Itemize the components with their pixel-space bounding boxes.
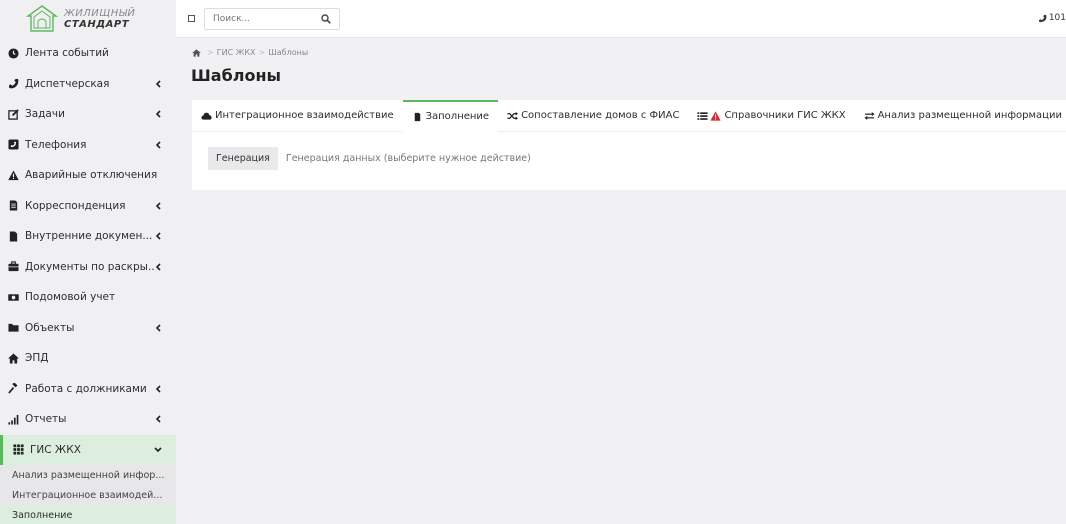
warning-icon <box>710 110 721 121</box>
tab-fias-matching[interactable]: Сопоставление домов с ФИАС <box>498 100 688 131</box>
sidebar-subitem-integration[interactable]: Интеграционное взаимодей... <box>0 485 176 505</box>
top-bar: ЖИЛИЩНЫЙ СТАНДАРТ 101 <box>0 0 1066 38</box>
clock-icon <box>7 48 19 59</box>
logo-house-icon <box>26 5 58 32</box>
sidebar-item-epd[interactable]: ЭПД <box>0 343 176 374</box>
exchange-icon <box>864 111 875 120</box>
main-content: > ГИС ЖКХ > Шаблоны Шаблоны Интеграционн… <box>176 38 1066 524</box>
breadcrumb-separator: > <box>207 48 214 57</box>
cloud-icon <box>201 112 212 120</box>
chevron-left-icon <box>155 232 161 240</box>
logo-line-2: СТАНДАРТ <box>64 19 130 30</box>
tab-label: Анализ размещенной информации <box>877 110 1062 121</box>
breadcrumb-separator: > <box>258 48 266 57</box>
home-icon <box>7 353 19 364</box>
chevron-left-icon <box>155 141 161 149</box>
list-icon <box>697 111 708 120</box>
breadcrumb-item-current: Шаблоны <box>268 48 309 57</box>
search-icon[interactable] <box>321 14 331 24</box>
menu-toggle-icon[interactable] <box>188 15 195 22</box>
search-input[interactable] <box>213 9 313 29</box>
briefcase-icon <box>7 261 19 272</box>
phone-extension[interactable]: 101 <box>1038 13 1066 23</box>
sidebar-item-label: Диспетчерская <box>25 77 110 90</box>
sidebar-item-label: ГИС ЖКХ <box>30 443 81 456</box>
tab-label: Интеграционное взаимодействие <box>215 110 394 121</box>
sidebar-item-reports[interactable]: Отчеты <box>0 404 176 435</box>
chevron-left-icon <box>155 110 161 118</box>
sidebar-item-label: Корреспонденция <box>25 199 126 212</box>
sidebar-item-tasks[interactable]: Задачи <box>0 99 176 130</box>
tab-label: Заполнение <box>425 111 490 122</box>
sidebar-item-telephony[interactable]: Телефония <box>0 130 176 161</box>
tab-gis-directories[interactable]: Справочники ГИС ЖКХ <box>688 100 854 131</box>
chevron-left-icon <box>155 415 161 423</box>
tabs-card: Интеграционное взаимодействие Заполнение… <box>192 100 1066 190</box>
sidebar-item-debtors[interactable]: Работа с должниками <box>0 374 176 405</box>
tab-integration[interactable]: Интеграционное взаимодействие <box>192 100 403 131</box>
sidebar-item-dispatch[interactable]: Диспетчерская <box>0 69 176 100</box>
sidebar-item-correspondence[interactable]: Корреспонденция <box>0 191 176 222</box>
chevron-left-icon <box>155 80 161 88</box>
phone-square-icon <box>7 139 19 150</box>
document-icon <box>9 200 17 211</box>
sidebar-subitem-analysis[interactable]: Анализ размещенной инфор... <box>0 465 176 485</box>
chevron-left-icon <box>155 324 161 332</box>
breadcrumb: > ГИС ЖКХ > Шаблоны <box>192 48 308 57</box>
logo[interactable]: ЖИЛИЩНЫЙ СТАНДАРТ <box>0 0 176 38</box>
tab-label: Справочники ГИС ЖКХ <box>724 110 846 121</box>
generate-button[interactable]: Генерация <box>208 147 278 170</box>
sidebar-item-outages[interactable]: Аварийные отключения <box>0 160 176 191</box>
sidebar-item-label: Подомовой учет <box>25 291 116 304</box>
sidebar-item-gis-zhkh[interactable]: ГИС ЖКХ <box>0 434 176 465</box>
sidebar-item-objects[interactable]: Объекты <box>0 313 176 344</box>
edit-icon <box>7 109 19 120</box>
sidebar-item-disclosure-docs[interactable]: Документы по раскры... <box>0 252 176 283</box>
sidebar-item-label: ЭПД <box>25 352 49 365</box>
chevron-left-icon <box>155 385 161 393</box>
chevron-down-icon <box>154 447 162 452</box>
folder-icon <box>7 324 19 332</box>
sidebar-subitem-filling[interactable]: Заполнение <box>0 505 176 524</box>
signal-icon <box>7 414 18 425</box>
home-icon[interactable] <box>192 48 201 57</box>
logo-text: ЖИЛИЩНЫЙ СТАНДАРТ <box>64 8 135 30</box>
sidebar-item-events[interactable]: Лента событий <box>0 38 176 69</box>
sidebar-item-label: Телефония <box>25 138 87 151</box>
grid-icon <box>12 444 24 455</box>
tab-label: Сопоставление домов с ФИАС <box>521 110 680 121</box>
logo-line-1: ЖИЛИЩНЫЙ <box>64 8 136 19</box>
random-icon <box>507 111 519 120</box>
sidebar-item-label: Аварийные отключения <box>25 169 158 182</box>
sidebar-item-label: Работа с должниками <box>25 382 147 395</box>
search-box <box>204 8 340 30</box>
phone-icon <box>1038 14 1047 22</box>
sidebar: Лента событий Диспетчерская Задачи Телеф… <box>0 38 176 524</box>
phone-icon <box>8 79 18 89</box>
sidebar-item-label: Лента событий <box>25 47 109 60</box>
tab-posted-analysis[interactable]: Анализ размещенной информации <box>855 100 1066 131</box>
gavel-icon <box>7 383 17 394</box>
file-icon <box>414 112 420 121</box>
generate-description: Генерация данных (выберите нужное действ… <box>285 153 531 164</box>
sidebar-item-label: Документы по раскры... <box>25 260 154 273</box>
money-icon <box>7 294 19 301</box>
phone-number: 101 <box>1048 13 1066 23</box>
tab-bar: Интеграционное взаимодействие Заполнение… <box>192 100 1066 132</box>
tab-filling[interactable]: Заполнение <box>402 100 499 132</box>
file-icon <box>9 231 17 242</box>
sidebar-item-label: Задачи <box>25 108 65 121</box>
chevron-left-icon <box>155 263 161 271</box>
breadcrumb-item-gis[interactable]: ГИС ЖКХ <box>217 48 256 57</box>
tab-panel-filling: Генерация Генерация данных (выберите нуж… <box>192 132 1066 185</box>
sidebar-item-internal-docs[interactable]: Внутренние докумен... <box>0 221 176 252</box>
warning-icon <box>7 170 19 180</box>
chevron-left-icon <box>155 202 161 210</box>
sidebar-item-label: Внутренние докумен... <box>25 230 153 243</box>
sidebar-item-label: Отчеты <box>25 413 67 426</box>
sidebar-item-label: Объекты <box>25 321 75 334</box>
sidebar-item-house-accounting[interactable]: Подомовой учет <box>0 282 176 313</box>
page-title: Шаблоны <box>191 66 281 85</box>
